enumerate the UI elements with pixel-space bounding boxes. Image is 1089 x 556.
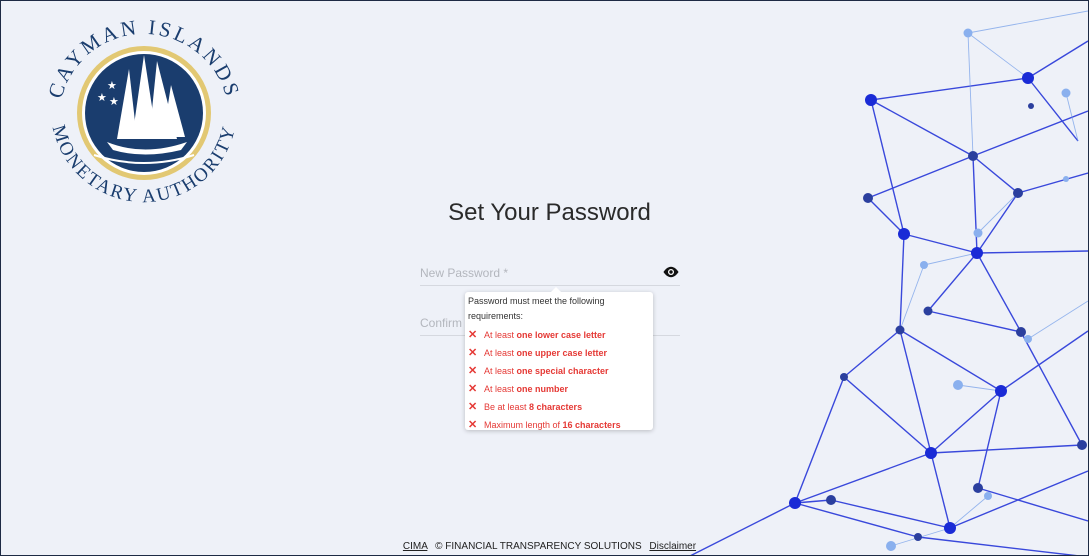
x-mark-icon: ✕ (468, 419, 478, 431)
x-mark-icon: ✕ (468, 347, 478, 359)
requirement-item: ✕ At least one lower case letter (468, 326, 653, 344)
new-password-input[interactable] (420, 263, 650, 283)
requirement-item: ✕ Be at least 8 characters (468, 398, 653, 416)
requirement-emphasis: one special character (516, 366, 609, 376)
requirement-item: ✕ At least one special character (468, 362, 653, 380)
new-password-field (420, 263, 680, 286)
ship-seal-icon: ★ ★ ★ (77, 46, 211, 180)
requirement-item: ✕ At least one upper case letter (468, 344, 653, 362)
page-title: Set Your Password (448, 199, 651, 226)
x-mark-icon: ✕ (468, 401, 478, 413)
x-mark-icon: ✕ (468, 383, 478, 395)
cima-logo: CAYMAN ISLANDS MONETARY AUTHORITY ★ ★ ★ (43, 15, 242, 207)
network-graphic (690, 10, 1088, 555)
eye-icon[interactable] (662, 265, 680, 279)
svg-text:★: ★ (97, 92, 107, 104)
cima-link[interactable]: CIMA (403, 541, 427, 552)
x-mark-icon: ✕ (468, 329, 478, 341)
x-mark-icon: ✕ (468, 365, 478, 377)
requirement-prefix: Be at least (484, 402, 530, 412)
popup-arrow (551, 287, 561, 292)
requirements-list: ✕ At least one lower case letter ✕ At least… (468, 326, 653, 434)
disclaimer-link[interactable]: Disclaimer (649, 541, 696, 552)
requirement-emphasis: one number (516, 384, 569, 394)
requirements-heading: Password must meet the following require… (468, 296, 605, 321)
requirement-emphasis: one lower case letter (516, 330, 606, 340)
footer-copyright: © FINANCIAL TRANSPARENCY SOLUTIONS (435, 541, 642, 552)
requirement-prefix: At least (484, 366, 517, 376)
requirement-emphasis: one upper case letter (516, 348, 608, 358)
requirement-emphasis: 8 characters (529, 402, 583, 412)
password-requirements-popup: Password must meet the following require… (465, 287, 653, 431)
requirement-prefix: Maximum length of (484, 420, 563, 430)
requirement-emphasis: 16 characters (562, 420, 621, 430)
requirement-item: ✕ Maximum length of 16 characters (468, 416, 653, 434)
svg-text:★: ★ (107, 80, 117, 92)
requirement-prefix: At least (484, 384, 517, 394)
footer: CIMA © FINANCIAL TRANSPARENCY SOLUTIONS … (1, 541, 1088, 552)
requirement-prefix: At least (484, 330, 517, 340)
page-frame: CAYMAN ISLANDS MONETARY AUTHORITY ★ ★ ★ (0, 0, 1089, 556)
requirement-prefix: At least (484, 348, 517, 358)
requirement-item: ✕ At least one number (468, 380, 653, 398)
svg-text:★: ★ (109, 96, 119, 108)
